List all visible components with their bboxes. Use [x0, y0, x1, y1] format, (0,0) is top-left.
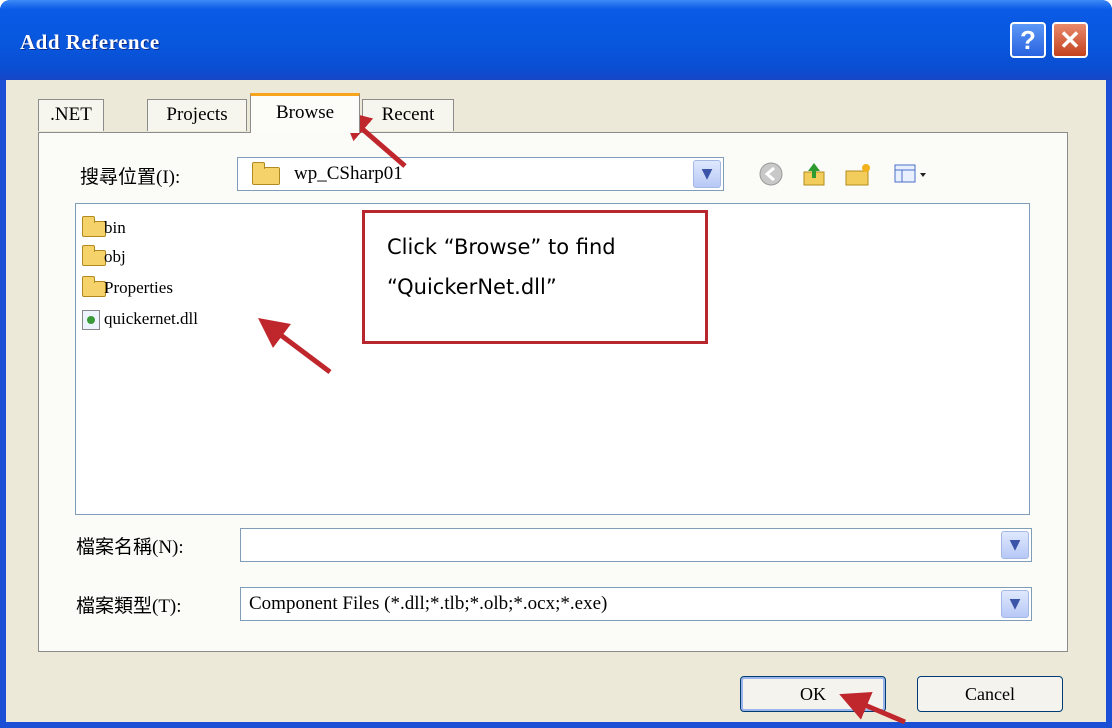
annotation-arrows	[258, 110, 906, 725]
arrow-to-ok-button	[839, 692, 906, 725]
tab-browse[interactable]: Browse	[250, 93, 360, 133]
arrow-to-dll-file	[258, 318, 332, 374]
